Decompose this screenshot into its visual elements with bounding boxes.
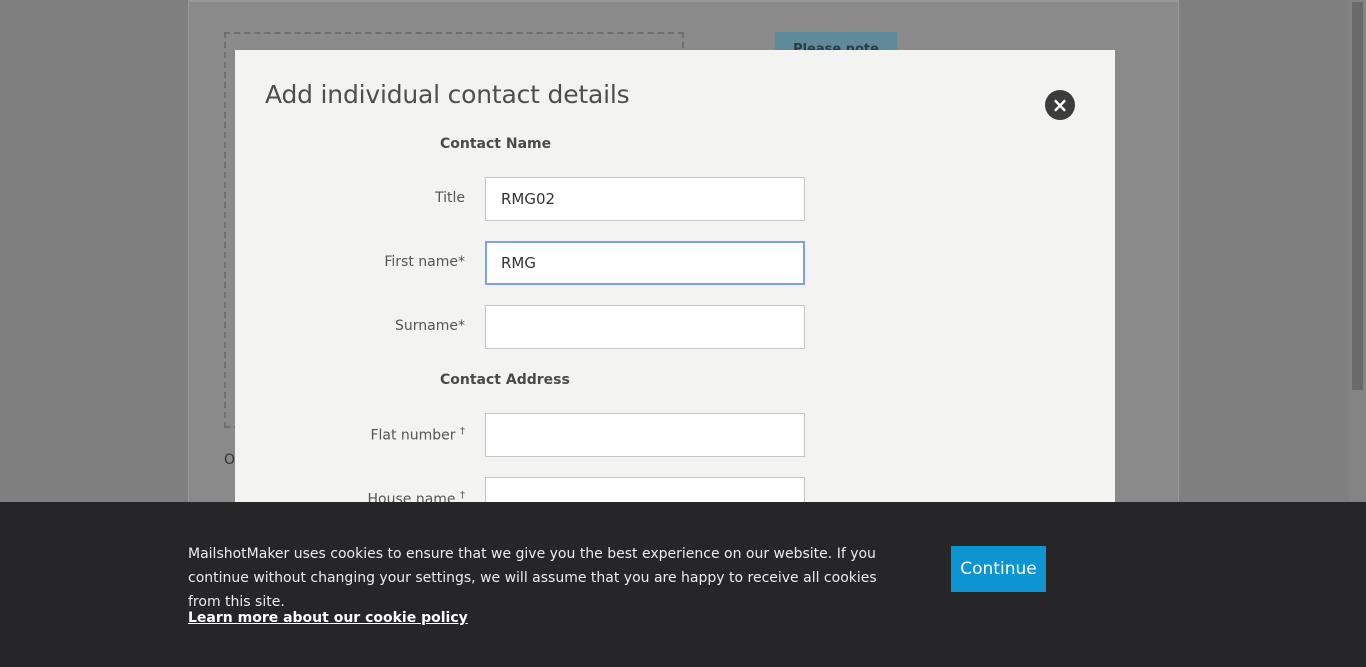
flat-number-input[interactable] xyxy=(485,413,805,457)
section-heading-contact-address: Contact Address xyxy=(440,372,570,388)
contact-details-modal: Add individual contact details × Contact… xyxy=(235,50,1115,502)
flat-number-label: Flat number † xyxy=(370,426,465,444)
scrollbar-thumb[interactable] xyxy=(1352,2,1363,390)
background-text-fragment: O xyxy=(224,452,236,468)
cookie-policy-link[interactable]: Learn more about our cookie policy xyxy=(188,610,468,626)
close-icon[interactable]: × xyxy=(1045,90,1075,120)
house-name-label-text: House name xyxy=(367,491,456,502)
title-input[interactable] xyxy=(485,177,805,221)
house-name-input[interactable] xyxy=(485,477,805,502)
continue-button[interactable]: Continue xyxy=(951,546,1046,592)
title-label: Title xyxy=(434,190,465,206)
surname-input[interactable] xyxy=(485,305,805,349)
cookie-message: MailshotMaker uses cookies to ensure tha… xyxy=(188,546,877,610)
house-name-marker: † xyxy=(460,490,465,501)
first-name-input[interactable] xyxy=(485,241,805,285)
section-heading-contact-name: Contact Name xyxy=(440,136,552,152)
first-name-label: First name* xyxy=(384,254,465,270)
surname-label: Surname* xyxy=(395,318,465,334)
flat-number-label-text: Flat number xyxy=(370,427,456,444)
flat-number-marker: † xyxy=(460,426,465,437)
cookie-banner: MailshotMaker uses cookies to ensure tha… xyxy=(0,502,1366,667)
modal-title: Add individual contact details xyxy=(265,80,630,109)
background-top-border xyxy=(188,0,1178,2)
house-name-label: House name † xyxy=(368,490,465,502)
